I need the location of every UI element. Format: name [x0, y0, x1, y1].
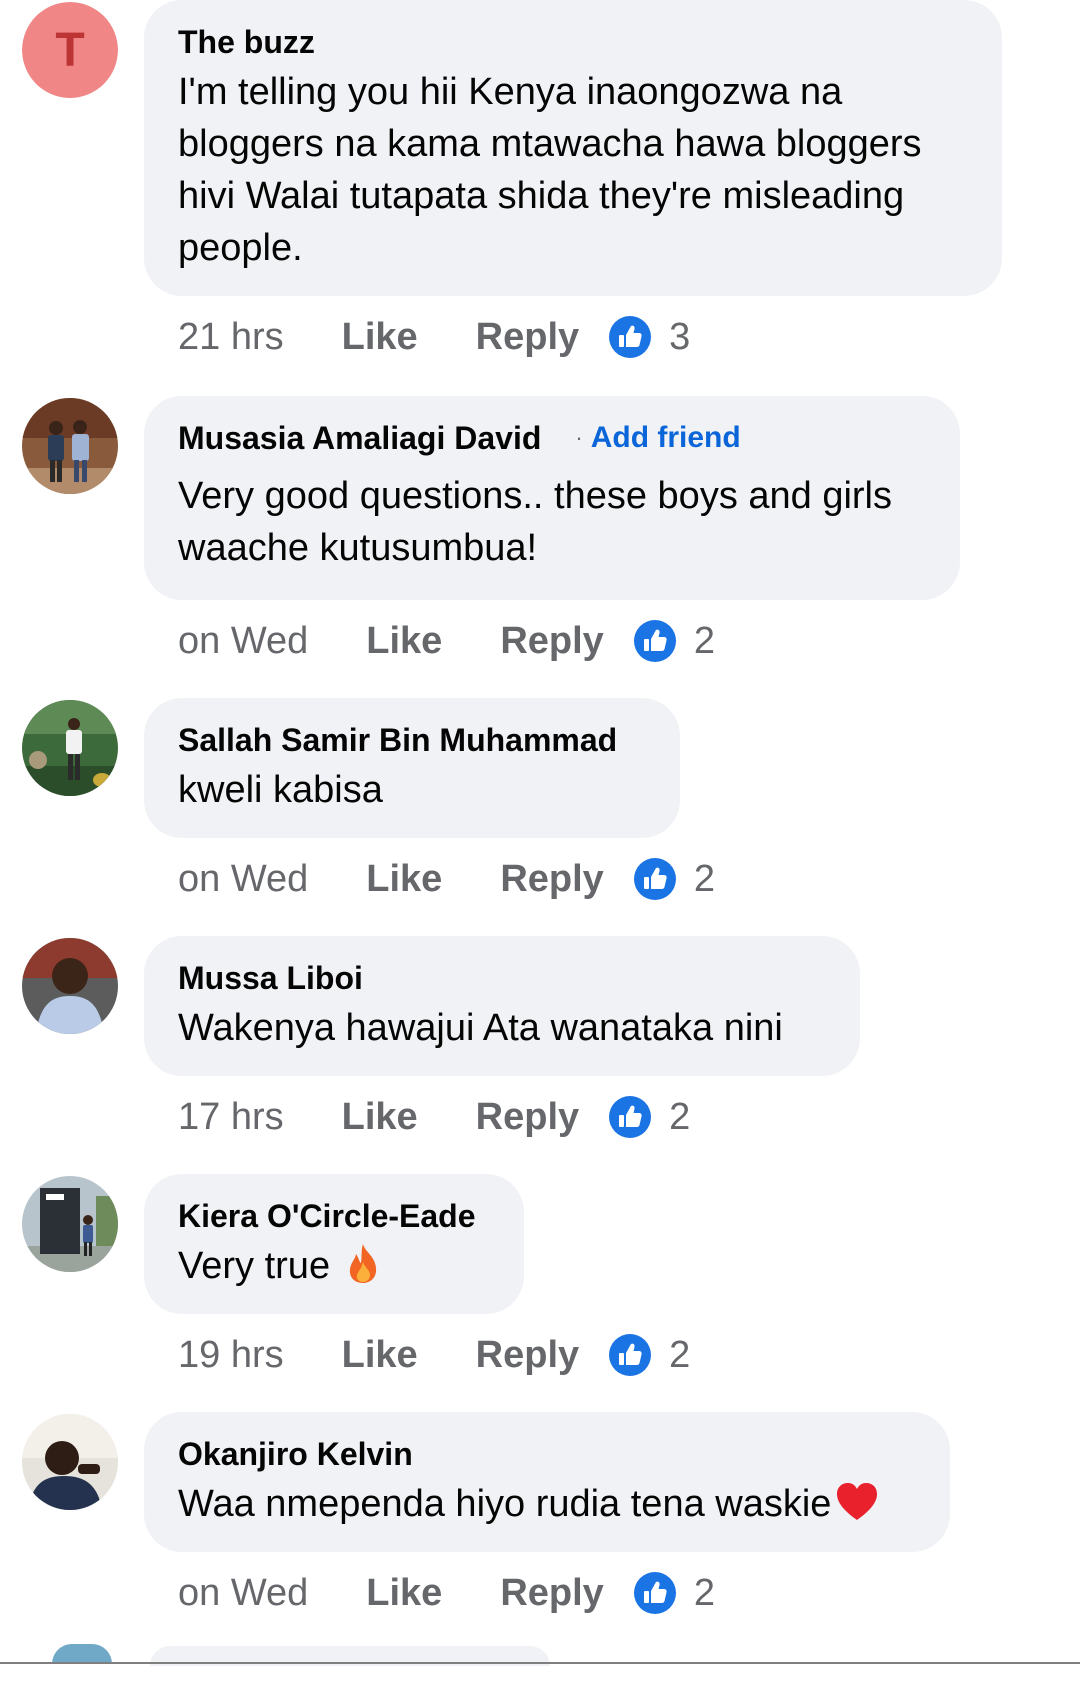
like-button[interactable]: Like — [342, 1096, 418, 1139]
comment-bubble: Okanjiro Kelvin Waa nmependa hiyo rudia … — [144, 1412, 950, 1552]
author-name[interactable]: Okanjiro Kelvin — [178, 1436, 413, 1473]
person-at-riu-sign-photo — [22, 1176, 118, 1272]
comment-actions: 17 hrs Like Reply 2 — [178, 1092, 690, 1142]
thumbs-up-icon — [633, 858, 676, 900]
comment-text: kweli kabisa — [178, 769, 383, 811]
fire-emoji — [345, 1242, 381, 1298]
author-name[interactable]: Musasia Amaliagi David — [178, 420, 541, 457]
man-selfie-photo — [22, 1414, 118, 1510]
comment-text-content: Waa nmependa hiyo rudia tena waskie — [178, 1483, 832, 1525]
avatar[interactable] — [22, 938, 118, 1034]
comment-time[interactable]: 21 hrs — [178, 316, 284, 359]
author-name[interactable]: Sallah Samir Bin Muhammad — [178, 722, 617, 759]
add-friend-link[interactable]: Add friend — [591, 421, 741, 455]
comment-text: I'm telling you hii Kenya inaongozwa na … — [178, 71, 922, 269]
reaction-count: 3 — [669, 315, 691, 358]
man-portrait-photo — [22, 938, 118, 1034]
comment-text: Very true — [178, 1240, 490, 1298]
like-button[interactable]: Like — [366, 858, 442, 901]
avatar[interactable] — [22, 1176, 118, 1272]
reaction-count: 2 — [693, 1571, 715, 1614]
comment-actions: 21 hrs Like Reply 3 — [178, 312, 690, 362]
avatar-letter: T — [22, 2, 118, 98]
reply-button[interactable]: Reply — [500, 620, 603, 663]
avatar[interactable] — [22, 398, 118, 494]
like-button[interactable]: Like — [366, 1572, 442, 1615]
comment-text-content: Very true — [178, 1245, 341, 1287]
author-name[interactable]: The buzz — [178, 24, 315, 61]
like-button[interactable]: Like — [342, 316, 418, 359]
man-in-garden-photo — [22, 700, 118, 796]
reaction-summary[interactable]: 2 — [609, 1334, 690, 1377]
thumbs-up-icon — [609, 316, 652, 358]
thumbs-up-icon — [609, 1096, 652, 1138]
author-name[interactable]: Mussa Liboi — [178, 960, 363, 997]
comment-actions: on Wed Like Reply 2 — [178, 1568, 715, 1618]
comment-bubble: Mussa Liboi Wakenya hawajui Ata wanataka… — [144, 936, 860, 1076]
comment-text: Very good questions.. these boys and gir… — [178, 475, 893, 569]
thumbs-up-icon — [633, 1572, 676, 1614]
thumbs-up-icon — [609, 1334, 652, 1376]
comment-bubble: Sallah Samir Bin Muhammad kweli kabisa — [144, 698, 680, 838]
next-comment-avatar[interactable] — [52, 1644, 112, 1664]
reaction-count: 2 — [669, 1333, 691, 1376]
comment-time[interactable]: 19 hrs — [178, 1334, 284, 1377]
thumbs-up-icon — [633, 620, 676, 662]
avatar[interactable] — [22, 700, 118, 796]
comment-actions: on Wed Like Reply 2 — [178, 616, 715, 666]
comment-time[interactable]: on Wed — [178, 1572, 308, 1615]
avatar[interactable]: T — [22, 2, 118, 98]
reply-button[interactable]: Reply — [500, 1572, 603, 1615]
comment-time[interactable]: 17 hrs — [178, 1096, 284, 1139]
red-heart-emoji — [835, 1482, 879, 1536]
like-button[interactable]: Like — [366, 620, 442, 663]
comment-time[interactable]: on Wed — [178, 620, 308, 663]
reaction-summary[interactable]: 2 — [609, 1096, 690, 1139]
comment-text: Wakenya hawajui Ata wanataka nini — [178, 1007, 783, 1049]
comment-bubble: Musasia Amaliagi David · Add friend Very… — [144, 396, 960, 600]
reaction-count: 2 — [693, 857, 715, 900]
reaction-count: 2 — [669, 1095, 691, 1138]
author-name[interactable]: Kiera O'Circle-Eade — [178, 1198, 476, 1235]
comment-bubble: The buzz I'm telling you hii Kenya inaon… — [144, 0, 1002, 296]
comment-bubble: Kiera O'Circle-Eade Very true — [144, 1174, 524, 1314]
separator-dot: · — [575, 425, 583, 450]
reaction-summary[interactable]: 2 — [633, 619, 715, 663]
reply-button[interactable]: Reply — [476, 316, 579, 359]
reaction-count: 2 — [693, 619, 715, 662]
reply-button[interactable]: Reply — [500, 858, 603, 901]
reply-button[interactable]: Reply — [476, 1096, 579, 1139]
reaction-summary[interactable]: 2 — [633, 857, 715, 901]
comment-time[interactable]: on Wed — [178, 858, 308, 901]
comment-actions: on Wed Like Reply 2 — [178, 854, 715, 904]
avatar[interactable] — [22, 1414, 118, 1510]
two-men-standing-photo — [22, 398, 118, 494]
comment-text: Waa nmependa hiyo rudia tena waskie — [178, 1478, 916, 1536]
reply-button[interactable]: Reply — [476, 1334, 579, 1377]
bottom-divider — [0, 1662, 1080, 1664]
reaction-summary[interactable]: 2 — [633, 1571, 715, 1615]
reaction-summary[interactable]: 3 — [609, 316, 690, 359]
comment-actions: 19 hrs Like Reply 2 — [178, 1330, 690, 1380]
like-button[interactable]: Like — [342, 1334, 418, 1377]
